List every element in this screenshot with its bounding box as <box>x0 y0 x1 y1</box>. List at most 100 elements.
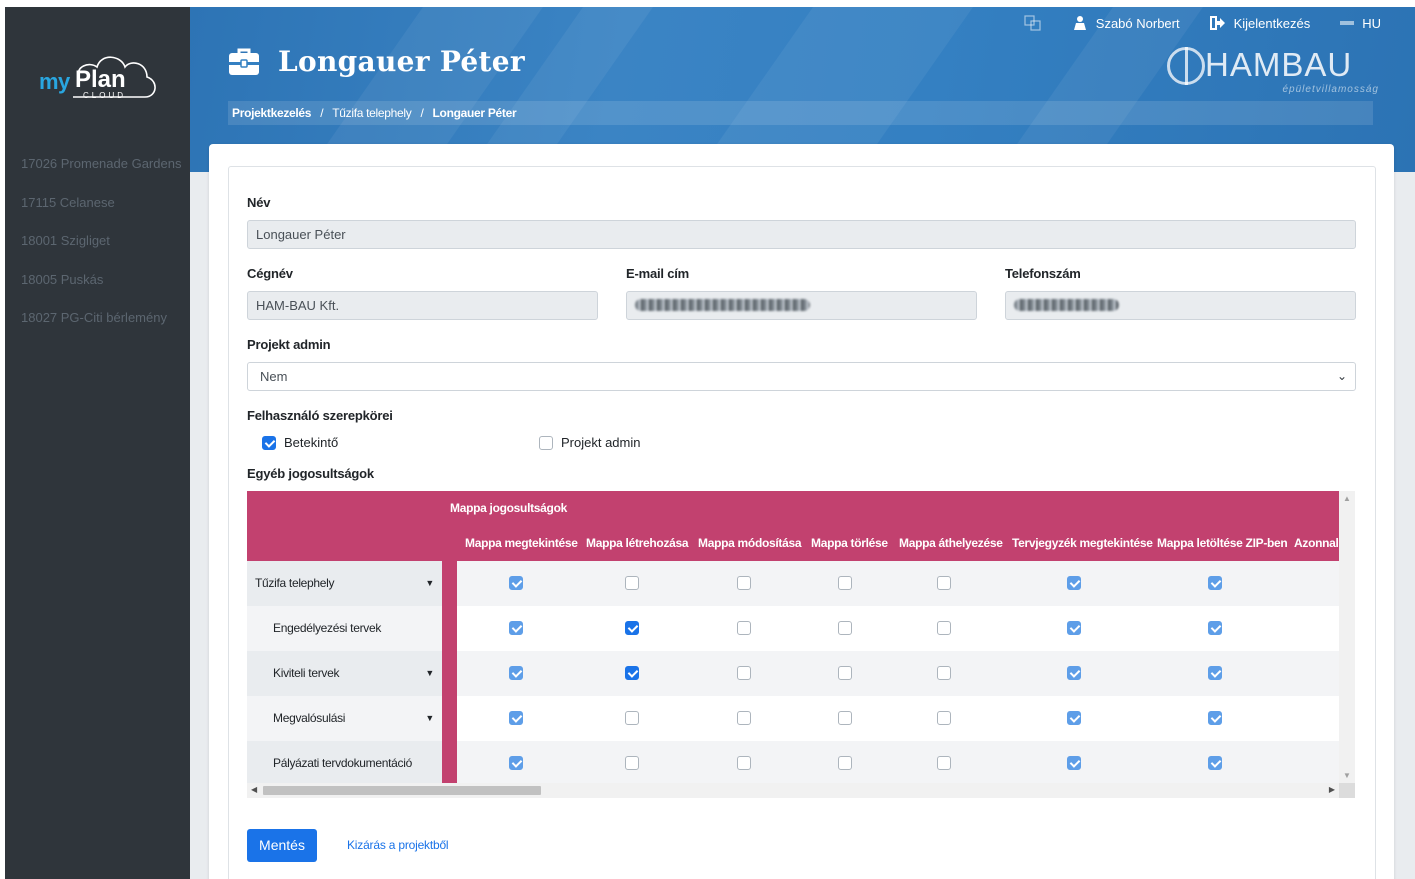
permission-checkbox-checked[interactable] <box>1208 756 1222 770</box>
permission-checkbox-unchecked[interactable] <box>737 576 751 590</box>
folder-row-header[interactable]: Megvalósulási ▼ <box>247 696 442 741</box>
remove-from-project-link[interactable]: Kizárás a projektből <box>347 838 449 852</box>
permission-checkbox-unchecked[interactable] <box>625 576 639 590</box>
permission-checkbox-checked[interactable] <box>509 666 523 680</box>
permission-checkbox-checked[interactable] <box>509 576 523 590</box>
folder-row-header[interactable]: Kiviteli tervek ▼ <box>247 651 442 696</box>
permission-checkbox-unchecked[interactable] <box>838 711 852 725</box>
scroll-thumb[interactable] <box>263 786 541 795</box>
breadcrumb-separator: / <box>420 106 424 120</box>
project-admin-label: Projekt admin <box>247 337 331 352</box>
folder-row-header[interactable]: Engedélyezési tervek <box>247 606 442 651</box>
sidebar-item-project[interactable]: 17026 Promenade Gardens <box>5 153 190 192</box>
save-button[interactable]: Mentés <box>247 829 317 862</box>
permission-checkbox-checked[interactable] <box>625 621 639 635</box>
company-field[interactable]: HAM-BAU Kft. <box>247 291 598 320</box>
user-edit-form: Név Longauer Péter Cégnév HAM-BAU Kft. E… <box>228 166 1376 879</box>
app-frame: my Plan CLOUD 17026 Promenade Gardens 17… <box>5 7 1415 879</box>
scroll-down-icon[interactable]: ▼ <box>1343 771 1351 780</box>
permission-checkbox-unchecked[interactable] <box>625 711 639 725</box>
permission-checkbox-unchecked[interactable] <box>737 666 751 680</box>
scrollbar-corner <box>1339 783 1355 798</box>
sidebar: my Plan CLOUD 17026 Promenade Gardens 17… <box>5 7 190 879</box>
language-label: HU <box>1362 15 1381 31</box>
chevron-down-icon: ⌄ <box>1336 369 1347 383</box>
permission-checkbox-checked[interactable] <box>1208 711 1222 725</box>
logout-button[interactable]: Kijelentkezés <box>1209 15 1311 31</box>
checkbox-unchecked[interactable] <box>539 435 553 450</box>
column-group-header: Mappa jogosultságok <box>450 501 567 515</box>
permissions-table: Mappa jogosultságok Mappa megtekintése M… <box>247 491 1355 798</box>
folder-row-header[interactable]: Tűzifa telephely ▼ <box>247 561 442 606</box>
phone-field[interactable] <box>1005 291 1356 320</box>
permission-checkbox-unchecked[interactable] <box>737 756 751 770</box>
permission-checkbox-checked[interactable] <box>509 756 523 770</box>
permission-checkbox-checked[interactable] <box>1067 621 1081 635</box>
permission-checkbox-checked[interactable] <box>1067 666 1081 680</box>
top-bar: Szabó Norbert Kijelentkezés HU <box>994 15 1381 31</box>
redacted-phone <box>1014 299 1119 311</box>
horizontal-scrollbar[interactable]: ◀ ▶ <box>247 783 1339 798</box>
scroll-left-icon[interactable]: ◀ <box>251 785 257 794</box>
language-selector[interactable]: HU <box>1340 16 1381 31</box>
permission-checkbox-unchecked[interactable] <box>838 756 852 770</box>
myplan-logo[interactable]: my Plan CLOUD <box>35 47 160 107</box>
role-label: Betekintő <box>284 435 339 450</box>
permission-checkbox-unchecked[interactable] <box>838 621 852 635</box>
permission-checkbox-unchecked[interactable] <box>838 576 852 590</box>
vertical-scrollbar[interactable]: ▲ ▼ <box>1339 491 1355 783</box>
role-checkbox-project-admin[interactable]: Projekt admin <box>539 435 640 450</box>
permission-checkbox-checked[interactable] <box>1208 666 1222 680</box>
permission-checkbox-checked[interactable] <box>509 621 523 635</box>
checkbox-checked[interactable] <box>262 435 276 450</box>
user-menu[interactable]: Szabó Norbert <box>1072 15 1180 31</box>
roles-label: Felhasználó szerepkörei <box>247 408 393 423</box>
permission-checkbox-unchecked[interactable] <box>937 711 951 725</box>
permission-checkbox-checked[interactable] <box>625 666 639 680</box>
permission-checkbox-unchecked[interactable] <box>937 756 951 770</box>
user-name: Szabó Norbert <box>1095 15 1180 31</box>
briefcase-icon <box>229 48 259 75</box>
scroll-up-icon[interactable]: ▲ <box>1343 494 1351 503</box>
permission-checkbox-unchecked[interactable] <box>937 621 951 635</box>
breadcrumb: Projektkezelés / Tűzifa telephely / Long… <box>228 101 1373 125</box>
phone-label: Telefonszám <box>1005 266 1081 281</box>
permission-checkbox-checked[interactable] <box>1208 576 1222 590</box>
column-header: Mappa megtekintése <box>465 536 578 550</box>
caret-down-icon[interactable]: ▼ <box>425 651 434 696</box>
name-field[interactable]: Longauer Péter <box>247 220 1356 249</box>
permission-checkbox-unchecked[interactable] <box>625 756 639 770</box>
permission-checkbox-checked[interactable] <box>1067 576 1081 590</box>
translate-button[interactable] <box>1024 15 1042 31</box>
permission-checkbox-checked[interactable] <box>1067 711 1081 725</box>
permission-checkbox-checked[interactable] <box>1208 621 1222 635</box>
sidebar-item-project[interactable]: 17115 Celanese <box>5 192 190 231</box>
permission-checkbox-unchecked[interactable] <box>838 666 852 680</box>
caret-down-icon[interactable]: ▼ <box>425 561 434 606</box>
permission-checkbox-checked[interactable] <box>509 711 523 725</box>
permission-checkbox-unchecked[interactable] <box>737 621 751 635</box>
folder-row-header[interactable]: Pályázati tervdokumentáció <box>247 741 442 786</box>
role-label: Projekt admin <box>561 435 641 450</box>
permission-checkbox-checked[interactable] <box>1067 756 1081 770</box>
sidebar-item-project[interactable]: 18027 PG-Citi bérlemény <box>5 307 190 346</box>
permission-checkbox-unchecked[interactable] <box>737 711 751 725</box>
project-admin-select[interactable]: Nem ⌄ <box>247 362 1356 391</box>
sidebar-item-project[interactable]: 18001 Szigliget <box>5 230 190 269</box>
table-row <box>457 741 1339 786</box>
table-row <box>457 561 1339 606</box>
permission-checkbox-unchecked[interactable] <box>937 666 951 680</box>
table-row <box>457 651 1339 696</box>
breadcrumb-item[interactable]: Projektkezelés <box>232 106 311 120</box>
permission-checkbox-unchecked[interactable] <box>937 576 951 590</box>
caret-down-icon[interactable]: ▼ <box>425 696 434 741</box>
logout-label: Kijelentkezés <box>1233 15 1311 31</box>
email-field[interactable] <box>626 291 977 320</box>
sidebar-item-project[interactable]: 18005 Puskás <box>5 269 190 308</box>
role-checkbox-betekinto[interactable]: Betekintő <box>262 435 338 450</box>
breadcrumb-item[interactable]: Tűzifa telephely <box>332 106 412 120</box>
folder-name: Pályázati tervdokumentáció <box>273 756 412 770</box>
project-admin-value: Nem <box>260 369 288 384</box>
scroll-right-icon[interactable]: ▶ <box>1329 785 1335 794</box>
translate-icon <box>1024 15 1041 31</box>
